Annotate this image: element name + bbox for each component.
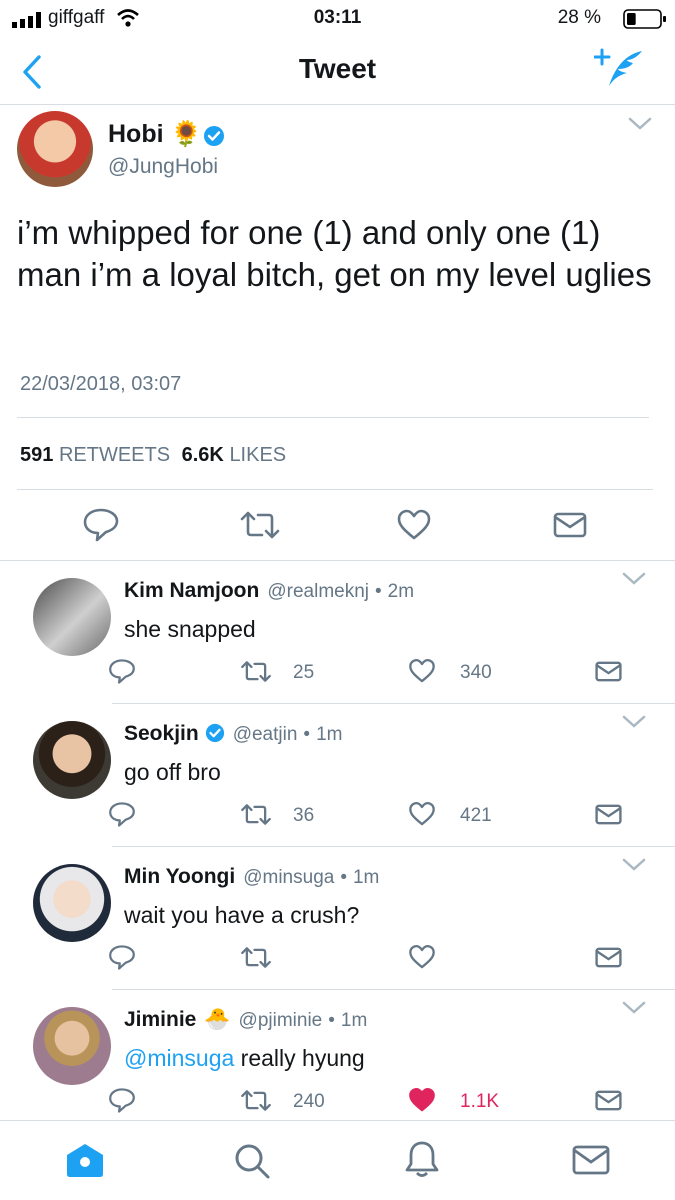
reply-avatar[interactable] xyxy=(33,1007,111,1085)
tweet-body: i’m whipped for one (1) and only one (1)… xyxy=(17,212,652,296)
reply-like-count: 421 xyxy=(460,805,492,826)
home-icon[interactable] xyxy=(64,1141,106,1179)
like-heart-icon[interactable] xyxy=(408,1087,436,1113)
direct-message-icon[interactable] xyxy=(595,661,622,682)
reply-retweet-count: 36 xyxy=(293,805,315,826)
reply-text: @minsuga really hyung xyxy=(124,1045,365,1072)
verified-badge-icon xyxy=(205,723,224,743)
reply-author-name[interactable]: Kim Namjoon xyxy=(124,579,259,602)
tweet-text-line-2: man i’m a loyal bitch, get on my level u… xyxy=(17,256,652,293)
tweet-stats: 591 RETWEETS 6.6K LIKES xyxy=(20,444,286,467)
like-heart-icon[interactable] xyxy=(408,801,436,827)
author-avatar[interactable] xyxy=(17,111,93,187)
author-handle[interactable]: @JungHobi xyxy=(108,155,218,179)
separator-dot: • xyxy=(303,724,311,745)
reply-text-body: really hyung xyxy=(234,1045,365,1071)
author-name-row: Hobi 🌻 xyxy=(108,120,202,149)
reply-like-count: 1.1K xyxy=(460,1091,500,1112)
retweet-icon[interactable] xyxy=(239,510,281,540)
chevron-down-icon[interactable] xyxy=(621,1000,647,1016)
reply-icon[interactable] xyxy=(82,507,120,543)
chevron-down-icon[interactable] xyxy=(621,571,647,587)
direct-message-icon[interactable] xyxy=(595,947,622,968)
reply-text: go off bro xyxy=(124,759,221,785)
separator-dot: • xyxy=(375,581,382,602)
page-title: Tweet xyxy=(298,53,377,84)
reply-item[interactable]: Jiminie 🐣 @pjiminie • 1m @minsuga really hyun… xyxy=(0,990,675,1133)
separator-dot: • xyxy=(340,867,347,888)
verified-badge-icon xyxy=(204,126,224,146)
reply-item[interactable]: Seokjin @eatjin • 1m go off bro 36 421 xyxy=(0,704,675,847)
likes-label[interactable]: LIKES xyxy=(229,444,286,466)
reply-icon[interactable] xyxy=(108,801,136,828)
reply-handle[interactable]: @pjiminie xyxy=(239,1010,323,1031)
direct-message-icon[interactable] xyxy=(595,1090,622,1111)
reply-item[interactable]: Kim Namjoon @realmeknj • 2m she snapped 25 340 xyxy=(0,561,675,704)
search-icon[interactable] xyxy=(232,1141,272,1181)
direct-message-icon[interactable] xyxy=(595,804,622,825)
like-heart-icon[interactable] xyxy=(408,658,436,684)
direct-message-icon[interactable] xyxy=(553,512,587,538)
reply-header: Jiminie 🐣 @pjiminie • 1m xyxy=(124,1008,367,1032)
reply-icon[interactable] xyxy=(108,1087,136,1114)
reply-header: Kim Namjoon @realmeknj • 2m xyxy=(124,579,414,603)
reply-handle[interactable]: @minsuga xyxy=(243,867,334,888)
reply-time: 1m xyxy=(352,867,380,888)
reply-time: 2m xyxy=(387,581,415,602)
like-heart-icon[interactable] xyxy=(408,944,436,970)
notifications-icon[interactable] xyxy=(404,1140,440,1180)
reply-icon[interactable] xyxy=(108,658,136,685)
reply-time: 1m xyxy=(316,724,343,745)
reply-item[interactable]: Min Yoongi @minsuga • 1m wait you have a cru… xyxy=(0,847,675,990)
stats-divider-bottom xyxy=(17,489,653,490)
reply-text: she snapped xyxy=(124,616,256,642)
messages-icon[interactable] xyxy=(572,1145,610,1175)
reply-author-name[interactable]: Jiminie xyxy=(124,1008,196,1031)
like-count[interactable]: 6.6K xyxy=(182,444,224,466)
reply-author-name[interactable]: Seokjin xyxy=(124,722,199,745)
retweets-label[interactable]: RETWEETS xyxy=(59,444,170,466)
reply-icon[interactable] xyxy=(108,944,136,971)
reply-retweet-count: 25 xyxy=(293,662,315,683)
sunflower-emoji-icon: 🌻 xyxy=(170,120,202,148)
reply-avatar[interactable] xyxy=(33,721,111,799)
reply-mention[interactable]: @minsuga xyxy=(124,1045,234,1071)
chick-emoji-icon: 🐣 xyxy=(204,1008,231,1031)
retweet-count[interactable]: 591 xyxy=(20,444,53,466)
tab-bar xyxy=(0,1121,675,1200)
reply-author-name[interactable]: Min Yoongi xyxy=(124,865,235,888)
like-heart-icon[interactable] xyxy=(396,509,432,541)
reply-like-count: 340 xyxy=(460,662,492,683)
tweet-timestamp: 22/03/2018, 03:07 xyxy=(20,373,182,395)
battery-percent: 28 % xyxy=(557,7,601,28)
chevron-down-icon[interactable] xyxy=(621,714,647,730)
battery-icon xyxy=(623,9,666,29)
retweet-icon[interactable] xyxy=(240,946,272,969)
chevron-down-icon[interactable] xyxy=(621,857,647,873)
reply-header: Min Yoongi @minsuga • 1m xyxy=(124,865,379,889)
tweet-text-line-1: i’m whipped for one (1) and only one (1) xyxy=(17,214,601,251)
status-bar: giffgaff 03:11 28 % xyxy=(0,0,675,36)
stats-divider-top xyxy=(17,417,649,418)
reply-handle[interactable]: @eatjin xyxy=(233,724,298,745)
reply-avatar[interactable] xyxy=(33,578,111,656)
retweet-icon[interactable] xyxy=(240,803,272,826)
reply-retweet-count: 240 xyxy=(293,1091,325,1112)
reply-header: Seokjin @eatjin • 1m xyxy=(124,722,342,746)
reply-handle[interactable]: @realmeknj xyxy=(267,581,369,602)
reply-text: wait you have a crush? xyxy=(124,902,360,928)
reply-avatar[interactable] xyxy=(33,864,111,942)
compose-tweet-icon[interactable] xyxy=(594,48,646,90)
retweet-icon[interactable] xyxy=(240,660,272,683)
separator-dot: • xyxy=(328,1010,335,1031)
author-name[interactable]: Hobi xyxy=(108,120,164,148)
retweet-icon[interactable] xyxy=(240,1089,272,1112)
chevron-down-icon[interactable] xyxy=(627,116,653,132)
nav-divider xyxy=(0,104,675,105)
reply-time: 1m xyxy=(340,1010,368,1031)
nav-bar: Tweet xyxy=(0,36,675,104)
